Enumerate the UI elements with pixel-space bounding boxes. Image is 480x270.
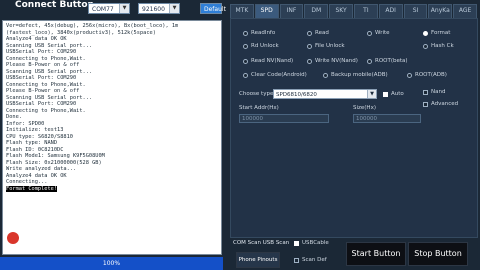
option-label: File Unlock — [315, 43, 345, 49]
scan-def-label: Scan Def — [302, 257, 327, 263]
size-label: Size(Hx) — [353, 105, 376, 111]
option-label: Backup mobile(ADB) — [331, 72, 388, 78]
radio-icon — [243, 72, 248, 78]
option-root-beta[interactable]: ROOT(beta) — [367, 58, 408, 64]
advanced-label: Advanced — [431, 101, 459, 107]
com-scan-label[interactable]: COM Scan USB Scan — [233, 240, 289, 246]
size-value: 100000 — [356, 116, 377, 122]
option-label: ROOT(ADB) — [415, 72, 447, 78]
radio-icon — [423, 43, 428, 49]
start-button[interactable]: Start Button — [346, 242, 406, 266]
radio-icon — [367, 30, 372, 36]
start-addr-value: 100000 — [242, 116, 263, 122]
tab-adi[interactable]: ADI — [378, 4, 403, 18]
chip-type-label: Choose type — [239, 91, 274, 97]
checkbox-icon — [423, 101, 428, 107]
baud-select[interactable]: 921600 ▼ — [138, 3, 180, 14]
radio-selected-icon — [423, 30, 428, 36]
option-label: Hash Ck — [431, 43, 454, 49]
option-write[interactable]: Write — [367, 30, 390, 36]
radio-icon — [367, 58, 372, 64]
option-value: Default — [204, 6, 226, 13]
checkbox-checked-icon — [383, 91, 388, 97]
option-label: ROOT(beta) — [375, 58, 408, 64]
start-button-label: Start Button — [351, 249, 401, 258]
radio-icon — [307, 43, 312, 49]
radio-icon — [243, 43, 248, 49]
advanced-checkbox[interactable]: Advanced — [423, 101, 458, 107]
radio-icon — [323, 72, 328, 78]
option-readinfo[interactable]: ReadInfo — [243, 30, 275, 36]
option-file-unlock[interactable]: File Unlock — [307, 43, 345, 49]
app-logo-icon — [7, 232, 19, 244]
tab-inf[interactable]: INF — [279, 4, 304, 18]
radio-icon — [243, 30, 248, 36]
option-label: ReadInfo — [251, 30, 276, 36]
tab-mtk[interactable]: MTK — [230, 4, 254, 18]
usb-cable-checkbox[interactable]: USBCable — [294, 240, 329, 246]
option-select[interactable]: Default — [200, 3, 226, 14]
option-rd-unlock[interactable]: Rd Unlock — [243, 43, 279, 49]
option-backup-mobile[interactable]: Backup mobile(ADB) — [323, 72, 388, 78]
scan-def-checkbox[interactable]: Scan Def — [294, 257, 327, 263]
checkbox-checked-icon — [294, 240, 299, 246]
chevron-down-icon: ▼ — [169, 4, 179, 13]
option-clear-code[interactable]: Clear Code(Android) — [243, 72, 307, 78]
chevron-down-icon: ▼ — [367, 90, 376, 98]
chip-type-select[interactable]: SPD6810/6820 ▼ — [273, 89, 377, 99]
stop-button-label: Stop Button — [414, 249, 462, 258]
radio-icon — [407, 72, 412, 78]
option-label: Format — [431, 30, 451, 36]
chevron-down-icon: ▼ — [119, 4, 129, 13]
baud-value: 921600 — [142, 6, 165, 13]
nand-checkbox[interactable]: Nand — [423, 89, 445, 95]
nand-label: Nand — [431, 89, 446, 95]
connect-button-title[interactable]: Connect Button — [15, 0, 94, 10]
size-input[interactable]: 100000 — [353, 114, 421, 123]
option-label: Clear Code(Android) — [251, 72, 307, 78]
tab-dm[interactable]: DM — [304, 4, 329, 18]
auto-checkbox[interactable]: Auto — [383, 91, 404, 97]
radio-icon — [243, 58, 248, 64]
port-value: COM77 — [92, 6, 114, 13]
tab-si[interactable]: SI — [403, 4, 428, 18]
tab-anyka[interactable]: AnyKa — [428, 4, 453, 18]
chip-type-value: SPD6810/6820 — [276, 92, 317, 98]
port-select[interactable]: COM77 ▼ — [88, 3, 130, 14]
option-label: Write NV(Nand) — [315, 58, 358, 64]
log-lines: Ver=defect, 45x(debug), 256x(micro), Bx(… — [6, 23, 218, 192]
stop-button[interactable]: Stop Button — [408, 242, 468, 266]
option-write-nv[interactable]: Write NV(Nand) — [307, 58, 358, 64]
bottom-controls: COM Scan USB Scan USBCable Phone Pinouts… — [230, 238, 480, 270]
phone-pinouts-label: Phone Pinouts — [238, 257, 278, 263]
option-label: Rd Unlock — [251, 43, 279, 49]
checkbox-icon — [294, 257, 299, 263]
option-read-nv[interactable]: Read NV(Nand) — [243, 58, 293, 64]
radio-icon — [307, 58, 312, 64]
option-root-adb[interactable]: ROOT(ADB) — [407, 72, 447, 78]
usb-cable-label: USBCable — [302, 240, 329, 246]
checkbox-icon — [423, 89, 428, 95]
progress-label: 100% — [102, 260, 121, 267]
auto-label: Auto — [391, 91, 404, 97]
brand-tabs: MTK SPD INF DM SKY TI ADI SI AnyKa AGE — [230, 4, 478, 18]
tab-spd[interactable]: SPD — [254, 4, 279, 18]
operations-panel: ReadInfo Read Write Format Rd Unlock Fil… — [230, 18, 478, 238]
phone-pinouts-button[interactable]: Phone Pinouts — [236, 252, 280, 268]
log-output[interactable]: Ver=defect, 45x(debug), 256x(micro), Bx(… — [2, 20, 222, 255]
option-hash-ck[interactable]: Hash Ck — [423, 43, 454, 49]
start-addr-label: Start Addr(Hx) — [239, 105, 279, 111]
option-format[interactable]: Format — [423, 30, 450, 36]
option-label: Write — [375, 30, 390, 36]
option-label: Read NV(Nand) — [251, 58, 294, 64]
tab-sky[interactable]: SKY — [329, 4, 353, 18]
log-line: Format Complete! — [6, 185, 58, 192]
option-read[interactable]: Read — [307, 30, 329, 36]
start-addr-input[interactable]: 100000 — [239, 114, 329, 123]
tab-ti[interactable]: TI — [353, 4, 378, 18]
progress-bar: 100% — [0, 257, 223, 270]
radio-icon — [307, 30, 312, 36]
tab-age[interactable]: AGE — [453, 4, 477, 18]
option-label: Read — [315, 30, 329, 36]
